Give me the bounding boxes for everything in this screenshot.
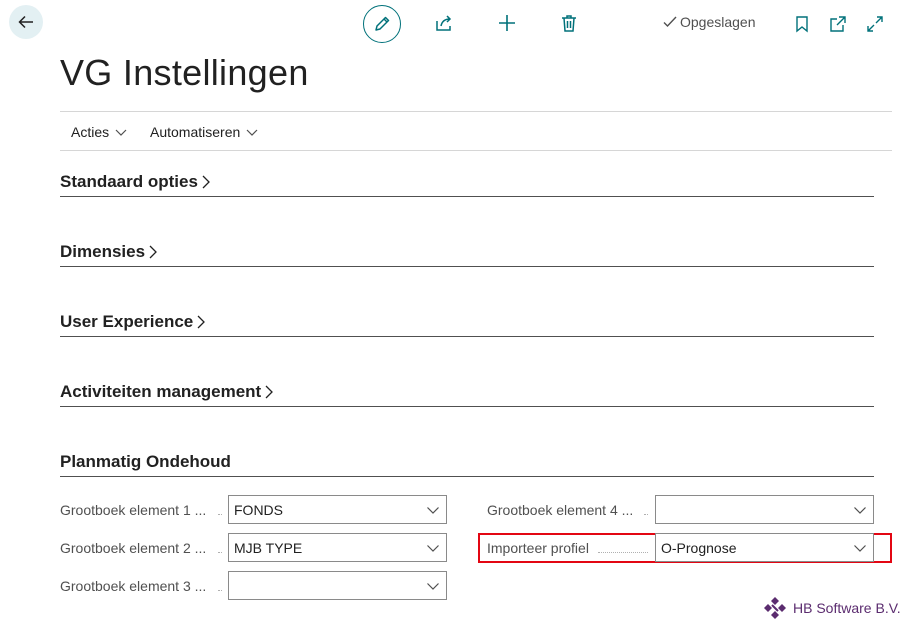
edit-button[interactable] [363,5,401,43]
section-planmatig-onderhoud: Planmatig Ondehoud [60,452,874,477]
section-divider [60,406,874,407]
field-leader [218,514,222,515]
bookmark-button[interactable] [791,13,813,35]
section-divider [60,196,874,197]
brand-watermark: HB Software B.V. [763,596,901,620]
pencil-icon [373,15,391,33]
section-dimensies: Dimensies [60,242,874,267]
chevron-down-icon [246,126,258,138]
share-icon [434,13,454,33]
select-value: O-Prognose [661,539,737,556]
section-divider [60,336,874,337]
section-header[interactable]: Dimensies [60,242,874,262]
field-leader [644,514,648,515]
actions-menu[interactable]: Acties [71,124,127,140]
field-leader [218,552,222,553]
section-header[interactable]: Standaard opties [60,172,874,192]
section-activiteiten-management: Activiteiten management [60,382,874,407]
section-standaard-opties: Standaard opties [60,172,874,197]
hb-logo-icon [763,596,787,620]
automate-menu[interactable]: Automatiseren [150,124,258,140]
field-label-grootboek-3: Grootboek element 3 ... [60,578,207,594]
new-button[interactable] [496,12,518,34]
chevron-down-icon [426,503,440,517]
field-label-importeer-profiel: Importeer profiel [487,540,589,556]
bookmark-icon [793,15,811,33]
page-title: VG Instellingen [60,52,309,93]
expand-icon [866,15,884,33]
select-value: FONDS [234,501,283,518]
checkmark-icon [662,14,678,30]
actions-menu-label: Acties [71,124,110,140]
field-leader [598,552,648,553]
field-label-grootboek-4: Grootboek element 4 ... [487,502,634,518]
plus-icon [497,13,517,33]
arrow-left-icon [17,13,35,31]
section-title: Planmatig Ondehoud [60,452,231,471]
field-leader [218,590,222,591]
open-new-window-button[interactable] [827,13,849,35]
section-title: Standaard opties [60,172,198,191]
section-header[interactable]: Activiteiten management [60,382,874,402]
select-value: MJB TYPE [234,539,303,556]
section-title: User Experience [60,312,194,331]
chevron-right-icon [196,314,206,330]
action-bar-top-divider [60,111,892,112]
section-title: Dimensies [60,242,146,261]
grootboek-element-3-select[interactable] [228,571,447,600]
open-in-new-window-icon [829,15,847,33]
grootboek-element-2-select[interactable]: MJB TYPE [228,533,447,562]
chevron-right-icon [148,244,158,260]
chevron-down-icon [853,541,867,555]
back-button[interactable] [9,5,43,39]
chevron-down-icon [426,541,440,555]
chevron-right-icon [264,384,274,400]
automate-menu-label: Automatiseren [150,124,241,140]
chevron-down-icon [426,579,440,593]
section-header[interactable]: Planmatig Ondehoud [60,452,874,472]
field-label-grootboek-2: Grootboek element 2 ... [60,540,207,556]
field-label-grootboek-1: Grootboek element 1 ... [60,502,207,518]
section-header[interactable]: User Experience [60,312,874,332]
delete-button[interactable] [558,12,580,34]
section-user-experience: User Experience [60,312,874,337]
save-status-label: Opgeslagen [680,14,756,30]
importeer-profiel-select[interactable]: O-Prognose [655,533,874,562]
save-status: Opgeslagen [662,14,756,30]
section-divider [60,476,874,477]
section-divider [60,266,874,267]
chevron-right-icon [201,174,211,190]
action-bar-bottom-divider [60,150,892,151]
chevron-down-icon [853,503,867,517]
grootboek-element-4-select[interactable] [655,495,874,524]
expand-button[interactable] [864,13,886,35]
brand-name: HB Software B.V. [793,600,901,616]
grootboek-element-1-select[interactable]: FONDS [228,495,447,524]
chevron-down-icon [115,126,127,138]
section-title: Activiteiten management [60,382,262,401]
trash-icon [559,13,579,33]
share-button[interactable] [433,12,455,34]
